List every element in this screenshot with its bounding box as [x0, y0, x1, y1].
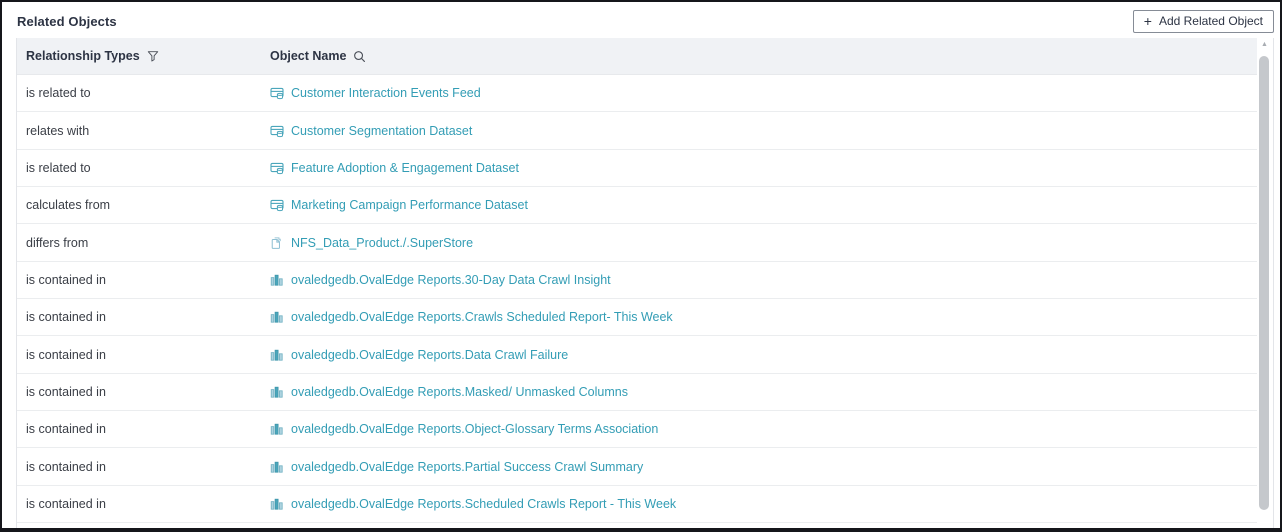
relationship-type-cell: is contained in	[26, 347, 106, 362]
object-name-link[interactable]: NFS_Data_Product./.SuperStore	[291, 236, 473, 250]
add-related-object-label: Add Related Object	[1158, 14, 1263, 28]
object-name-cell: Feature Adoption & Engagement Dataset	[270, 161, 519, 175]
table-row: is contained in ovaledgedb.OvalEdge Repor…	[17, 261, 1257, 300]
object-name-header-label: Object Name	[270, 49, 347, 63]
table-row: is contained in ovaledgedb.OvalEdge Repor…	[17, 373, 1257, 412]
report-icon	[270, 348, 284, 362]
table-row: is related to Feature Adoption & Engageme…	[17, 149, 1257, 188]
dataset-icon	[270, 161, 284, 175]
relationship-type-cell: is related to	[26, 160, 91, 175]
object-name-cell: Marketing Campaign Performance Dataset	[270, 198, 528, 212]
object-name-cell: ovaledgedb.OvalEdge Reports.Partial Succ…	[270, 460, 643, 474]
table-row: is contained in ovaledgedb.OvalEdge Repor…	[17, 336, 1257, 374]
relationship-type-cell: is contained in	[26, 384, 106, 399]
object-name-link[interactable]: ovaledgedb.OvalEdge Reports.Crawls Sched…	[291, 310, 673, 324]
relationship-types-header-label: Relationship Types	[26, 49, 140, 63]
object-name-link[interactable]: ovaledgedb.OvalEdge Reports.Object-Gloss…	[291, 422, 658, 436]
add-related-object-button[interactable]: + Add Related Object	[1132, 9, 1274, 33]
column-header-relationship-types[interactable]: Relationship Types	[17, 49, 270, 63]
object-name-cell: Customer Interaction Events Feed	[270, 86, 481, 100]
search-icon[interactable]	[353, 50, 366, 63]
report-icon	[270, 273, 284, 287]
related-objects-table: Relationship Types Object Name is relate…	[16, 38, 1274, 528]
relationship-type-cell: is contained in	[26, 496, 106, 511]
report-icon	[270, 422, 284, 436]
relationship-type-cell: is contained in	[26, 272, 106, 287]
plus-icon: +	[1143, 13, 1152, 29]
object-name-link[interactable]: ovaledgedb.OvalEdge Reports.Scheduled Cr…	[291, 497, 676, 511]
panel-header: Related Objects + Add Related Object	[2, 2, 1280, 38]
table-row: calculates from Marketing Campaign Perfor…	[17, 187, 1257, 225]
object-name-cell: ovaledgedb.OvalEdge Reports.Masked/ Unma…	[270, 385, 628, 399]
object-name-link[interactable]: Customer Interaction Events Feed	[291, 86, 481, 100]
table-row: is contained in ovaledgedb.OvalEdge Repor…	[17, 299, 1257, 337]
object-name-cell: ovaledgedb.OvalEdge Reports.Data Crawl F…	[270, 348, 568, 362]
report-icon	[270, 497, 284, 511]
relationship-type-cell: is contained in	[26, 422, 106, 437]
dataset-icon	[270, 124, 284, 138]
dataset-icon	[270, 86, 284, 100]
object-name-link[interactable]: Customer Segmentation Dataset	[291, 124, 472, 138]
filter-icon[interactable]	[147, 50, 159, 62]
file-icon	[270, 236, 284, 250]
table-header-row: Relationship Types Object Name	[17, 38, 1257, 75]
table-row: is related to Customer Interaction Events…	[17, 75, 1257, 113]
table-row: differs from NFS_Data_Product./.SuperStor…	[17, 224, 1257, 262]
dataset-icon	[270, 198, 284, 212]
column-header-object-name[interactable]: Object Name	[270, 49, 366, 63]
object-name-link[interactable]: ovaledgedb.OvalEdge Reports.Partial Succ…	[291, 460, 643, 474]
report-icon	[270, 310, 284, 324]
object-name-cell: ovaledgedb.OvalEdge Reports.Object-Gloss…	[270, 422, 658, 436]
report-icon	[270, 385, 284, 399]
vertical-scrollbar[interactable]: ▲	[1258, 38, 1271, 526]
table-row: is contained in ovaledgedb.OvalEdge Repor…	[17, 485, 1257, 524]
report-icon	[270, 460, 284, 474]
object-name-link[interactable]: ovaledgedb.OvalEdge Reports.30-Day Data …	[291, 273, 611, 287]
object-name-link[interactable]: Feature Adoption & Engagement Dataset	[291, 161, 519, 175]
object-name-link[interactable]: ovaledgedb.OvalEdge Reports.Masked/ Unma…	[291, 385, 628, 399]
related-objects-panel: Related Objects + Add Related Object Rel…	[0, 0, 1282, 532]
table-row: relates with Customer Segmentation Datase…	[17, 112, 1257, 150]
object-name-cell: ovaledgedb.OvalEdge Reports.Scheduled Cr…	[270, 497, 676, 511]
object-name-cell: NFS_Data_Product./.SuperStore	[270, 236, 473, 250]
relationship-type-cell: is contained in	[26, 459, 106, 474]
scrollbar-up-arrow-icon[interactable]: ▲	[1258, 41, 1271, 48]
relationship-type-cell: is related to	[26, 86, 91, 101]
relationship-type-cell: relates with	[26, 123, 90, 138]
table-body: is related to Customer Interaction Events…	[17, 75, 1273, 524]
object-name-cell: ovaledgedb.OvalEdge Reports.30-Day Data …	[270, 273, 611, 287]
object-name-cell: Customer Segmentation Dataset	[270, 124, 472, 138]
relationship-type-cell: calculates from	[26, 198, 111, 213]
object-name-cell: ovaledgedb.OvalEdge Reports.Crawls Sched…	[270, 310, 673, 324]
relationship-type-cell: differs from	[26, 235, 89, 250]
table-row: is contained in ovaledgedb.OvalEdge Repor…	[17, 448, 1257, 486]
relationship-type-cell: is contained in	[26, 310, 106, 325]
table-row: is contained in ovaledgedb.OvalEdge Repor…	[17, 411, 1257, 449]
scrollbar-thumb[interactable]	[1259, 56, 1269, 510]
object-name-link[interactable]: Marketing Campaign Performance Dataset	[291, 198, 528, 212]
page-title: Related Objects	[17, 13, 117, 29]
object-name-link[interactable]: ovaledgedb.OvalEdge Reports.Data Crawl F…	[291, 348, 568, 362]
